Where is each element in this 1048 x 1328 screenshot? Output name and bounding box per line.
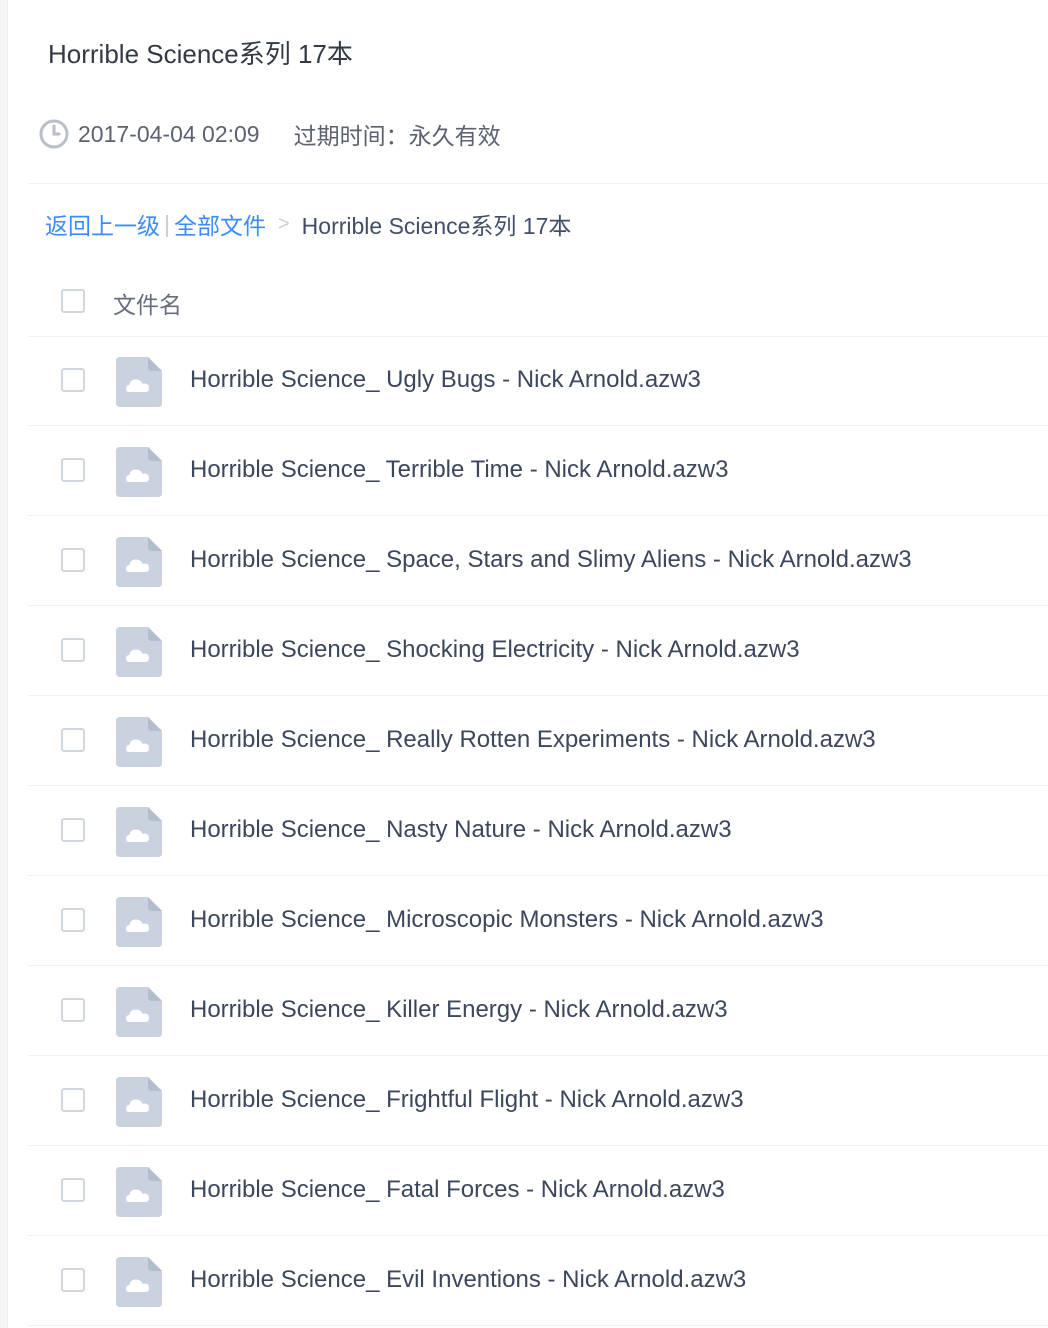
file-name[interactable]: Horrible Science_ Killer Energy - Nick A…: [190, 996, 728, 1024]
share-meta: 2017-04-04 02:09 过期时间： 永久有效: [38, 116, 501, 152]
file-name[interactable]: Horrible Science_ Ugly Bugs - Nick Arnol…: [190, 366, 701, 394]
file-row[interactable]: Horrible Science_ Killer Energy - Nick A…: [28, 966, 1048, 1056]
file-list: Horrible Science_ Ugly Bugs - Nick Arnol…: [28, 336, 1048, 1326]
file-name[interactable]: Horrible Science_ Microscopic Monsters -…: [190, 906, 824, 934]
file-icon: [116, 717, 162, 767]
file-checkbox[interactable]: [61, 728, 85, 752]
breadcrumb-current: Horrible Science系列 17本: [301, 213, 572, 239]
share-date: 2017-04-04 02:09: [78, 120, 260, 147]
file-row[interactable]: Horrible Science_ Frightful Flight - Nic…: [28, 1056, 1048, 1146]
file-checkbox[interactable]: [61, 548, 85, 572]
file-icon: [116, 1257, 162, 1307]
file-icon: [116, 987, 162, 1037]
file-name[interactable]: Horrible Science_ Nasty Nature - Nick Ar…: [190, 816, 732, 844]
file-row[interactable]: Horrible Science_ Ugly Bugs - Nick Arnol…: [28, 336, 1048, 426]
breadcrumb: 返回上一级 | 全部文件 > Horrible Science系列 17本: [45, 206, 571, 242]
file-name[interactable]: Horrible Science_ Evil Inventions - Nick…: [190, 1266, 746, 1294]
file-checkbox[interactable]: [61, 458, 85, 482]
file-name[interactable]: Horrible Science_ Fatal Forces - Nick Ar…: [190, 1176, 725, 1204]
breadcrumb-separator: |: [164, 210, 170, 237]
file-row[interactable]: Horrible Science_ Evil Inventions - Nick…: [28, 1236, 1048, 1326]
file-icon: [116, 1077, 162, 1127]
file-icon: [116, 897, 162, 947]
left-edge-divider: [0, 0, 8, 1328]
file-icon: [116, 627, 162, 677]
file-name[interactable]: Horrible Science_ Really Rotten Experime…: [190, 726, 876, 754]
file-name[interactable]: Horrible Science_ Frightful Flight - Nic…: [190, 1086, 744, 1114]
all-files-link[interactable]: 全部文件: [174, 207, 266, 241]
file-checkbox[interactable]: [61, 818, 85, 842]
clock-icon: [39, 119, 69, 149]
file-checkbox[interactable]: [61, 638, 85, 662]
back-link[interactable]: 返回上一级: [45, 207, 160, 241]
file-icon: [116, 537, 162, 587]
table-header: 文件名: [28, 272, 1048, 337]
divider: [28, 183, 1048, 184]
file-icon: [116, 447, 162, 497]
file-checkbox[interactable]: [61, 368, 85, 392]
file-checkbox[interactable]: [61, 1268, 85, 1292]
file-name[interactable]: Horrible Science_ Space, Stars and Slimy…: [190, 546, 912, 574]
file-row[interactable]: Horrible Science_ Really Rotten Experime…: [28, 696, 1048, 786]
filename-column-header: 文件名: [113, 292, 182, 318]
expire-value: 永久有效: [408, 123, 501, 149]
file-name[interactable]: Horrible Science_ Shocking Electricity -…: [190, 636, 800, 664]
file-icon: [116, 1167, 162, 1217]
file-checkbox[interactable]: [61, 908, 85, 932]
share-title: Horrible Science系列 17本: [48, 39, 353, 69]
select-all-checkbox[interactable]: [61, 289, 85, 313]
file-name[interactable]: Horrible Science_ Terrible Time - Nick A…: [190, 456, 728, 484]
file-checkbox[interactable]: [61, 998, 85, 1022]
file-icon: [116, 807, 162, 857]
file-row[interactable]: Horrible Science_ Shocking Electricity -…: [28, 606, 1048, 696]
breadcrumb-arrow: >: [277, 212, 290, 235]
file-row[interactable]: Horrible Science_ Space, Stars and Slimy…: [28, 516, 1048, 606]
file-row[interactable]: Horrible Science_ Microscopic Monsters -…: [28, 876, 1048, 966]
file-row[interactable]: Horrible Science_ Terrible Time - Nick A…: [28, 426, 1048, 516]
file-icon: [116, 357, 162, 407]
expire-label: 过期时间：: [293, 123, 409, 149]
file-checkbox[interactable]: [61, 1178, 85, 1202]
file-checkbox[interactable]: [61, 1088, 85, 1112]
file-row[interactable]: Horrible Science_ Fatal Forces - Nick Ar…: [28, 1146, 1048, 1236]
file-row[interactable]: Horrible Science_ Nasty Nature - Nick Ar…: [28, 786, 1048, 876]
